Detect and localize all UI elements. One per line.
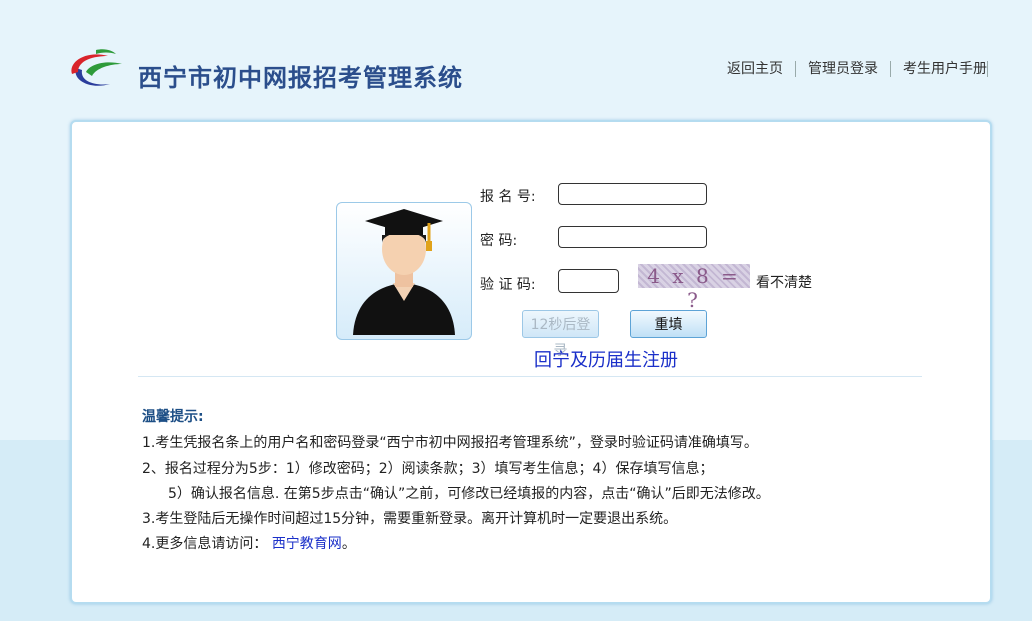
education-site-link[interactable]: 西宁教育网 [272,536,342,552]
tip-line-1: 1.考生凭报名条上的用户名和密码登录“西宁市初中网报招考管理系统”，登录时验证码… [142,435,758,451]
captcha-label: 验 证 码: [480,277,536,293]
id-label: 报 名 号: [480,189,536,205]
captcha-input[interactable] [558,269,619,293]
avatar [336,202,472,340]
tip-line-2: 2、报名过程分为5步：1）修改密码；2）阅读条款；3）填写考生信息；4）保存填写… [142,461,714,477]
tips-title: 温馨提示: [142,409,204,425]
password-label: 密 码: [480,233,518,249]
password-input[interactable] [558,226,707,248]
tip-line-3: 5）确认报名信息. 在第5步点击“确认”之前，可修改已经填报的内容，点击“确认”… [168,486,770,502]
nav-home-link[interactable]: 返回主页 [715,61,796,77]
reset-button[interactable]: 重填 [630,310,707,338]
captcha-image[interactable]: 4 x 8 = ? [638,264,750,312]
login-panel: 报 名 号: 密 码: 验 证 码: 4 x 8 = ? 看不清楚 12秒后登录… [70,120,992,604]
registration-number-input[interactable] [558,183,707,205]
tip-line-5-prefix: 4.更多信息请访问： [142,536,268,552]
graduate-avatar-icon [353,209,455,335]
nav-admin-login-link[interactable]: 管理员登录 [796,61,891,77]
tip-line-5: 4.更多信息请访问： 西宁教育网。 [142,533,356,553]
login-button[interactable]: 12秒后登录 [522,310,599,359]
divider [138,376,922,377]
register-link[interactable]: 回宁及历届生注册 [534,346,678,372]
tip-line-5-suffix: 。 [341,536,356,552]
captcha-refresh-link[interactable]: 看不清楚 [756,272,812,292]
tip-line-4: 3.考生登陆后无操作时间超过15分钟，需要重新登录。离开计算机时一定要退出系统。 [142,511,678,527]
nav-user-manual-link[interactable]: 考生用户手册 [891,61,988,77]
logo-icon [71,49,122,86]
top-nav: 返回主页 管理员登录 考生用户手册 [715,61,988,77]
site-title: 西宁市初中网报招考管理系统 [138,64,463,92]
